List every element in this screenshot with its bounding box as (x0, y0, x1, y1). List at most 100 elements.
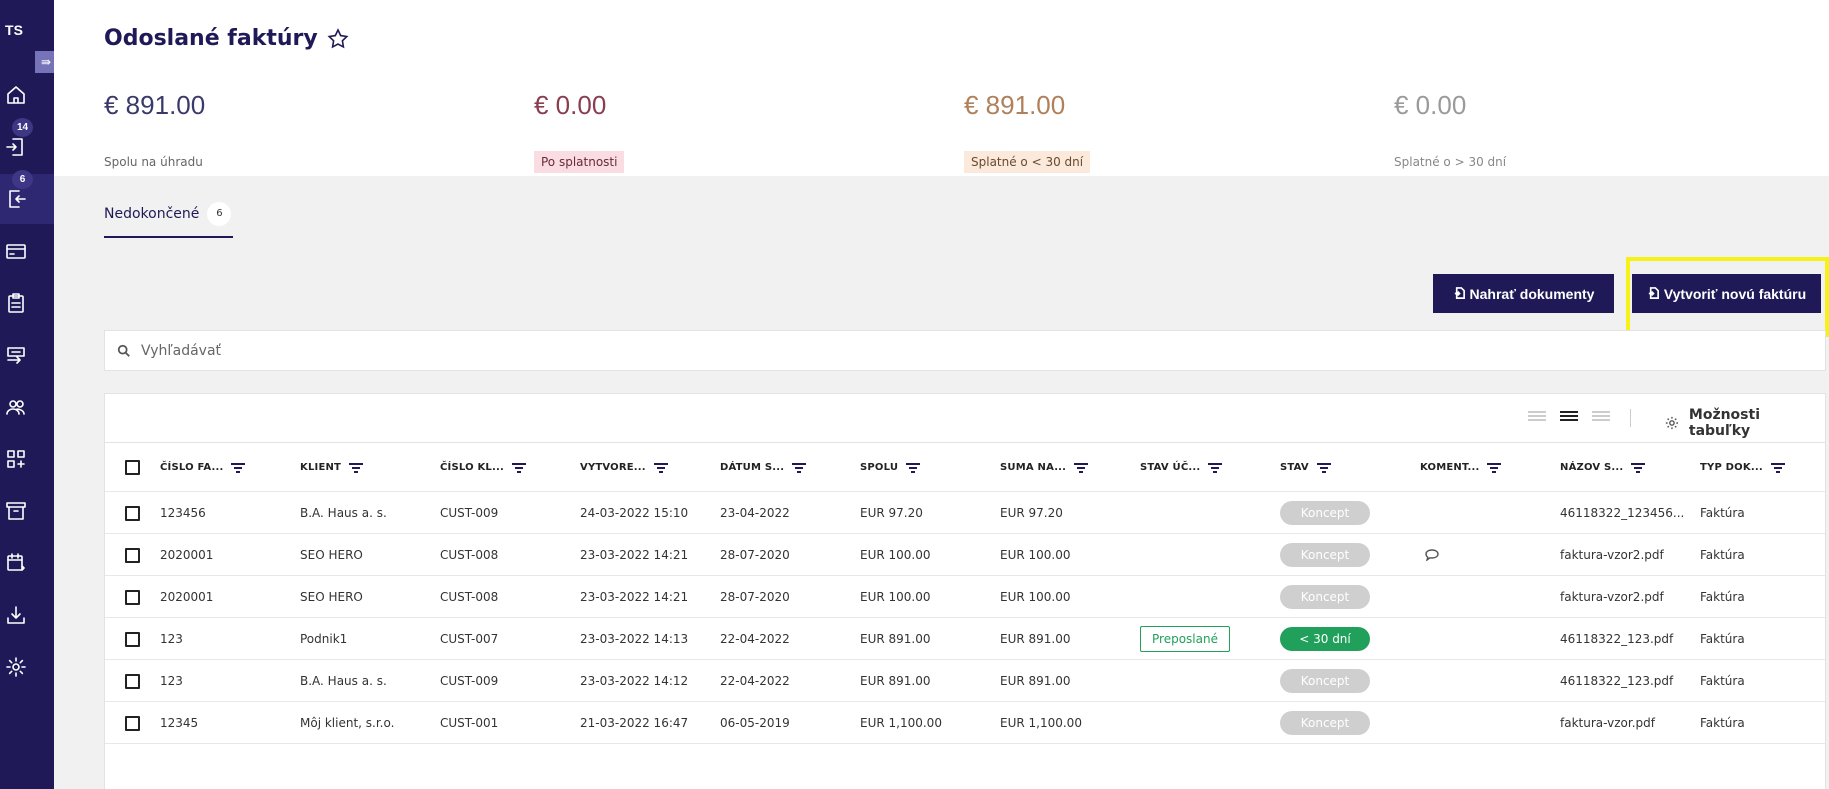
filter-icon[interactable] (906, 462, 921, 473)
column-header-cislo[interactable]: ČÍSLO FA... (160, 443, 246, 492)
filter-icon[interactable] (1770, 462, 1785, 473)
sidebar-item-transfers[interactable] (0, 330, 54, 380)
row-checkbox[interactable] (125, 631, 140, 647)
table-row[interactable]: 12345 Môj klient, s.r.o. CUST-001 21-03-202… (105, 702, 1825, 744)
column-header-klient[interactable]: KLIENT (300, 443, 364, 492)
row-select-cell (125, 576, 140, 618)
sidebar-item-archive[interactable] (0, 486, 54, 536)
summary-label: Splatné o < 30 dní (964, 151, 1091, 173)
column-header-cislo-kl[interactable]: ČÍSLO KL... (440, 443, 526, 492)
sidebar: TS ⇛ 14 6 (0, 0, 57, 789)
cell-suma: EUR 1,100.00 (1000, 716, 1082, 730)
select-all-checkbox[interactable] (125, 460, 140, 475)
sidebar-item-calendar[interactable] (0, 538, 54, 588)
cell-datum: 28-07-2020 (720, 590, 790, 604)
filter-icon[interactable] (1074, 462, 1089, 473)
table-toolbar: Možnosti tabuľky (105, 394, 1825, 443)
status-badge: Koncept (1280, 711, 1370, 735)
cell-suma: EUR 100.00 (1000, 590, 1071, 604)
density-comfortable-icon[interactable] (1592, 411, 1610, 425)
upload-documents-label: Nahrať dokumenty (1469, 285, 1595, 302)
highlight-box (1626, 257, 1829, 337)
calendar-icon (7, 553, 25, 571)
filter-icon[interactable] (511, 462, 526, 473)
density-compact-icon[interactable] (1528, 411, 1546, 425)
cell-stav: Koncept (1280, 534, 1370, 576)
cell-klient: Môj klient, s.r.o. (300, 716, 395, 730)
summary-block: € 0.00 Po splatnosti (534, 90, 625, 173)
row-checkbox[interactable] (125, 547, 140, 563)
filter-icon[interactable] (1208, 462, 1223, 473)
column-header-stav[interactable]: STAV (1280, 443, 1331, 492)
row-checkbox[interactable] (125, 505, 140, 521)
column-header-label: TYP DOK... (1700, 462, 1763, 473)
clipboard-icon (8, 293, 24, 313)
table-options-button[interactable]: Možnosti tabuľky (1665, 407, 1825, 439)
sidebar-item-contacts[interactable] (0, 382, 54, 432)
table-row[interactable]: 2020001 SEO HERO CUST-008 23-03-2022 14:21 2… (105, 576, 1825, 618)
column-header-label: STAV ÚČ... (1140, 462, 1201, 473)
cell-vytvorene: 21-03-2022 16:47 (580, 716, 689, 730)
filter-icon[interactable] (653, 462, 668, 473)
column-header-typ[interactable]: TYP DOK... (1700, 443, 1785, 492)
filter-icon[interactable] (349, 462, 364, 473)
column-header-suma[interactable]: SUMA NA... (1000, 443, 1089, 492)
cell-stav: Koncept (1280, 576, 1370, 618)
sidebar-item-settings[interactable] (0, 642, 54, 692)
row-select-cell (125, 702, 140, 744)
tab-nedokoncene[interactable]: Nedokončené 6 (104, 202, 234, 238)
summary-amount: € 891.00 (104, 90, 206, 120)
cell-nazov: faktura-vzor.pdf (1560, 716, 1655, 730)
status-badge: Koncept (1280, 585, 1370, 609)
column-header-label: ČÍSLO FA... (160, 462, 224, 473)
workspace-logo[interactable]: TS (0, 22, 28, 38)
column-header-stav-uc[interactable]: STAV ÚČ... (1140, 443, 1223, 492)
column-header-label: VYTVORE... (580, 462, 646, 473)
row-select-cell (125, 534, 140, 576)
sidebar-item-payments[interactable] (0, 226, 54, 276)
table-header-row: ČÍSLO FA... KLIENT ČÍSLO KL... VYTVORE... DÁ… (105, 443, 1825, 492)
table-row[interactable]: 123 B.A. Haus a. s. CUST-009 23-03-2022 14:… (105, 660, 1825, 702)
column-header-nazov[interactable]: NÁZOV S... (1560, 443, 1646, 492)
table-row[interactable]: 123456 B.A. Haus a. s. CUST-009 24-03-2022 … (105, 492, 1825, 534)
density-standard-icon[interactable] (1560, 411, 1578, 425)
column-header-datum[interactable]: DÁTUM S... (720, 443, 807, 492)
apps-add-icon (7, 450, 25, 468)
cell-datum: 22-04-2022 (720, 632, 790, 646)
cell-stav: Koncept (1280, 492, 1370, 534)
row-checkbox[interactable] (125, 715, 140, 731)
filter-icon[interactable] (1316, 462, 1331, 473)
row-checkbox[interactable] (125, 673, 140, 689)
summary-label: Spolu na úhradu (104, 155, 203, 169)
cell-suma: EUR 100.00 (1000, 548, 1071, 562)
table-row[interactable]: 123 Podnik1 CUST-007 23-03-2022 14:13 22-04-… (105, 618, 1825, 660)
column-header-vytvorene[interactable]: VYTVORE... (580, 443, 668, 492)
select-all-cell (125, 443, 140, 492)
filter-icon[interactable] (792, 462, 807, 473)
filter-icon[interactable] (1487, 462, 1502, 473)
column-header-label: ČÍSLO KL... (440, 462, 504, 473)
table-row[interactable]: 2020001 SEO HERO CUST-008 23-03-2022 14:21 2… (105, 534, 1825, 576)
comment-icon[interactable] (1425, 549, 1439, 561)
column-header-komentar[interactable]: KOMENT... (1420, 443, 1502, 492)
sidebar-item-apps[interactable] (0, 434, 54, 484)
cell-spolu: EUR 100.00 (860, 590, 931, 604)
cell-vytvorene: 23-03-2022 14:13 (580, 632, 689, 646)
upload-documents-button[interactable]: Nahrať dokumenty (1433, 274, 1614, 313)
sidebar-item-download[interactable] (0, 590, 54, 640)
cell-typ: Faktúra (1700, 674, 1745, 688)
cell-cislo-kl: CUST-008 (440, 548, 499, 562)
column-header-label: SUMA NA... (1000, 462, 1067, 473)
column-header-spolu[interactable]: SPOLU (860, 443, 921, 492)
sidebar-item-home[interactable] (0, 70, 54, 120)
page-header: Odoslané faktúry € 891.00 Spolu na úhradu… (54, 0, 1829, 176)
search-input[interactable] (141, 342, 1741, 359)
filter-icon[interactable] (231, 462, 246, 473)
column-header-label: DÁTUM S... (720, 462, 785, 473)
inbox-in-icon (6, 138, 23, 156)
sidebar-item-documents[interactable] (0, 278, 54, 328)
star-icon[interactable] (326, 27, 350, 51)
filter-icon[interactable] (1631, 462, 1646, 473)
row-checkbox[interactable] (125, 589, 140, 605)
column-header-label: NÁZOV S... (1560, 462, 1624, 473)
